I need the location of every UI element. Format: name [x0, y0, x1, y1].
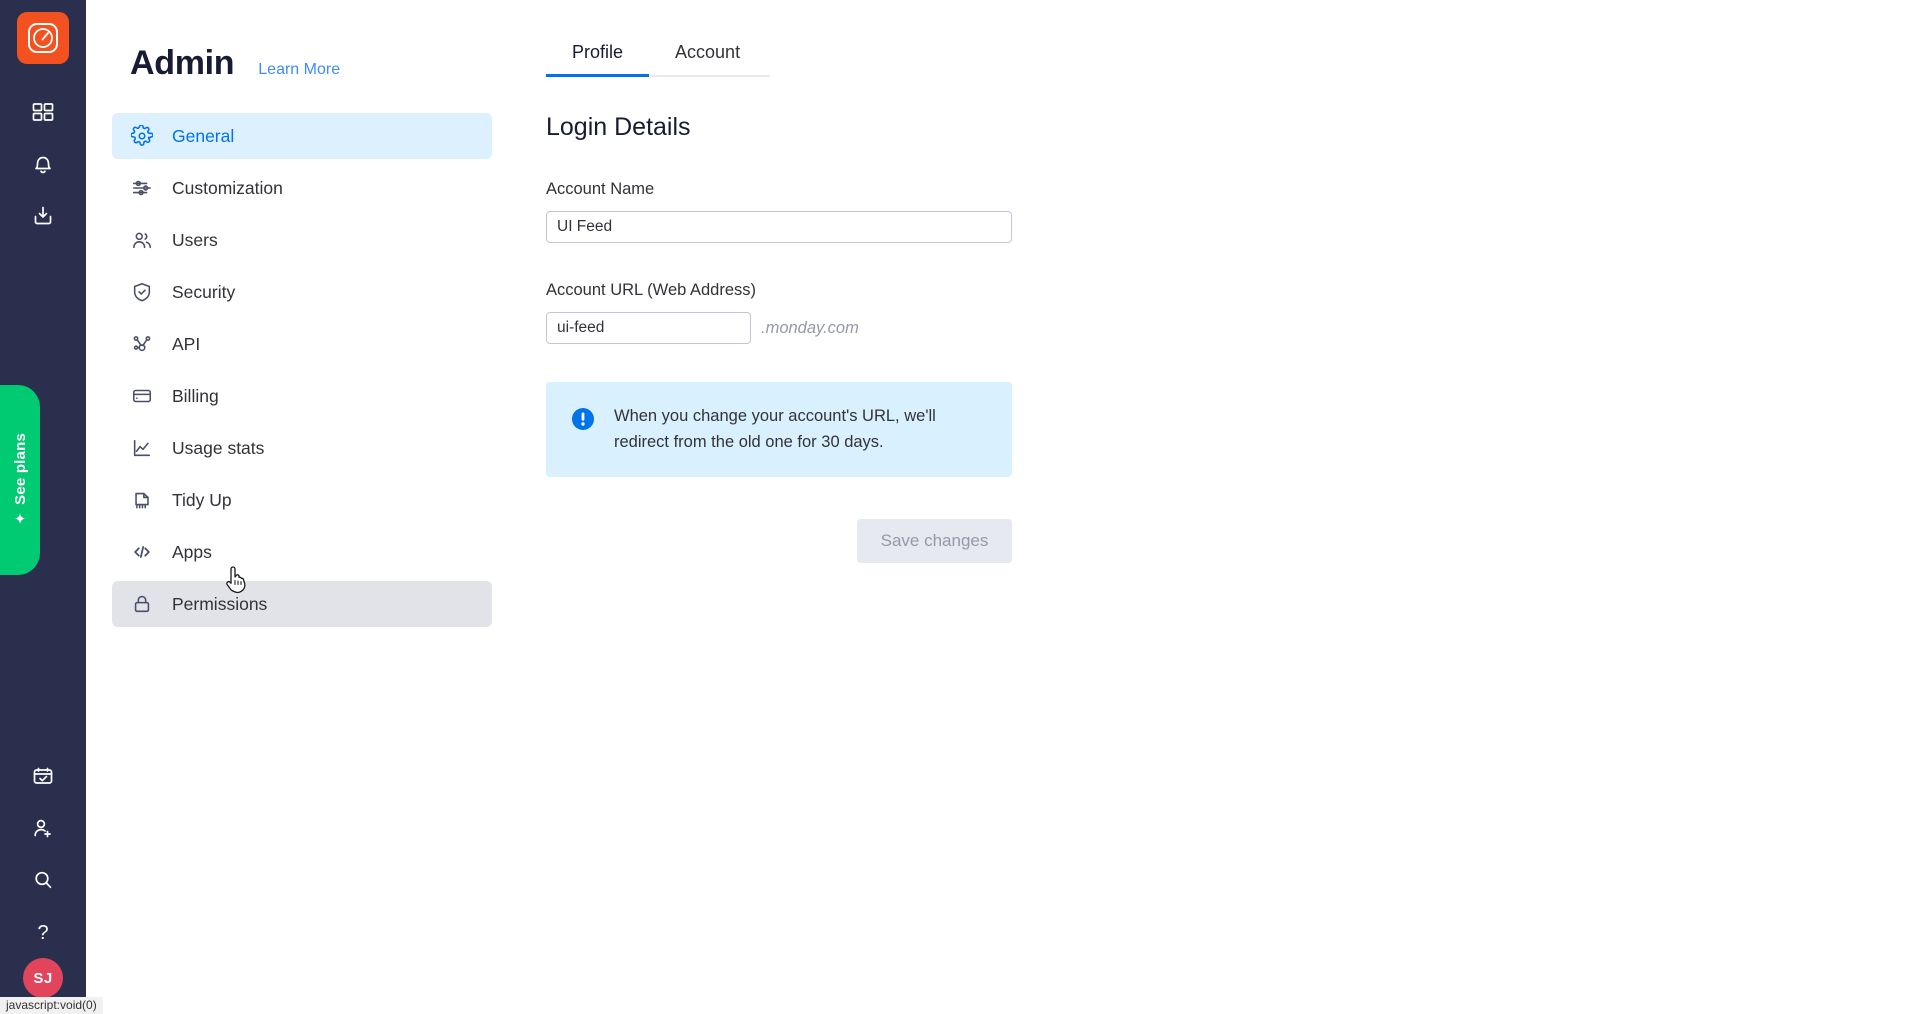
account-url-input[interactable]	[546, 312, 751, 344]
save-row: Save changes	[546, 519, 1012, 564]
sidebar-item-label: Billing	[172, 385, 219, 406]
app-root: See plans ✦ ? SJ Admin Learn More Genera…	[0, 0, 1920, 1014]
sidebar-item-label: Usage stats	[172, 437, 265, 458]
account-url-row: .monday.com	[546, 312, 1920, 344]
left-nav-rail: See plans ✦ ? SJ	[0, 0, 86, 1014]
search-icon[interactable]	[17, 854, 69, 906]
gear-icon	[130, 124, 154, 148]
line-chart-icon	[130, 436, 154, 460]
bell-icon[interactable]	[17, 138, 69, 190]
monday-logo-icon[interactable]	[17, 12, 69, 64]
lock-icon	[130, 592, 154, 616]
tab-label: Account	[675, 42, 741, 62]
account-url-label: Account URL (Web Address)	[546, 281, 757, 299]
sidebar-item-customization[interactable]: Customization	[112, 165, 492, 211]
admin-settings-sidebar: Admin Learn More General Customization U…	[86, 0, 516, 1014]
sidebar-item-label: Customization	[172, 177, 283, 198]
sidebar-item-label: General	[172, 125, 235, 146]
section-title: Login Details	[546, 113, 691, 141]
svg-text:?: ?	[37, 922, 48, 944]
main-content: Profile Account Login Details Account Na…	[516, 0, 1920, 1014]
code-brackets-icon	[130, 540, 154, 564]
learn-more-link[interactable]: Learn More	[258, 61, 340, 79]
api-nodes-icon	[130, 332, 154, 356]
sidebar-item-billing[interactable]: Billing	[112, 373, 492, 419]
account-url-suffix: .monday.com	[761, 318, 859, 337]
credit-card-icon	[130, 384, 154, 408]
info-banner: When you change your account's URL, we'l…	[546, 382, 1012, 478]
admin-header: Admin Learn More	[86, 0, 516, 83]
account-name-input[interactable]	[546, 211, 1012, 243]
invite-member-icon[interactable]	[17, 802, 69, 854]
sidebar-item-label: Security	[172, 281, 236, 302]
sidebar-item-label: Permissions	[172, 593, 268, 614]
settings-nav-list: General Customization Users Security API…	[86, 113, 516, 627]
sidebar-item-usage-stats[interactable]: Usage stats	[112, 425, 492, 471]
sidebar-item-users[interactable]: Users	[112, 217, 492, 263]
page-title: Admin	[130, 44, 235, 82]
sidebar-item-general[interactable]: General	[112, 113, 492, 159]
info-banner-text: When you change your account's URL, we'l…	[614, 407, 936, 451]
sparkle-icon: ✦	[13, 511, 27, 529]
see-plans-button[interactable]: See plans ✦	[0, 385, 40, 575]
avatar[interactable]: SJ	[23, 958, 63, 998]
users-icon	[130, 228, 154, 252]
sidebar-item-label: Users	[172, 229, 218, 250]
avatar-initials: SJ	[33, 969, 53, 987]
grid-icon[interactable]	[17, 86, 69, 138]
see-plans-label: See plans	[11, 432, 29, 505]
tab-profile[interactable]: Profile	[546, 42, 650, 77]
tab-bar: Profile Account	[546, 42, 770, 77]
account-url-field-group: Account URL (Web Address) .monday.com	[546, 281, 1920, 344]
sidebar-item-apps[interactable]: Apps	[112, 529, 492, 575]
info-exclamation-icon	[570, 406, 596, 432]
shield-check-icon	[130, 280, 154, 304]
tab-account[interactable]: Account	[649, 42, 766, 75]
sliders-icon	[130, 176, 154, 200]
sidebar-item-security[interactable]: Security	[112, 269, 492, 315]
account-name-field-group: Account Name	[546, 180, 1920, 243]
tidy-up-icon	[130, 488, 154, 512]
sidebar-item-label: Apps	[172, 541, 212, 562]
tab-label: Profile	[572, 42, 624, 62]
sidebar-item-label: API	[172, 333, 201, 354]
save-changes-button[interactable]: Save changes	[857, 519, 1012, 564]
browser-status-bar: javascript:void(0)	[0, 997, 103, 1014]
rail-bottom-group: ? SJ	[0, 750, 86, 1014]
sidebar-item-label: Tidy Up	[172, 489, 232, 510]
sidebar-item-permissions[interactable]: Permissions	[112, 581, 492, 627]
inbox-download-icon[interactable]	[17, 190, 69, 242]
sidebar-item-api[interactable]: API	[112, 321, 492, 367]
sidebar-item-tidy-up[interactable]: Tidy Up	[112, 477, 492, 523]
account-name-label: Account Name	[546, 180, 655, 198]
calendar-check-icon[interactable]	[17, 750, 69, 802]
help-question-icon[interactable]: ?	[17, 906, 69, 958]
